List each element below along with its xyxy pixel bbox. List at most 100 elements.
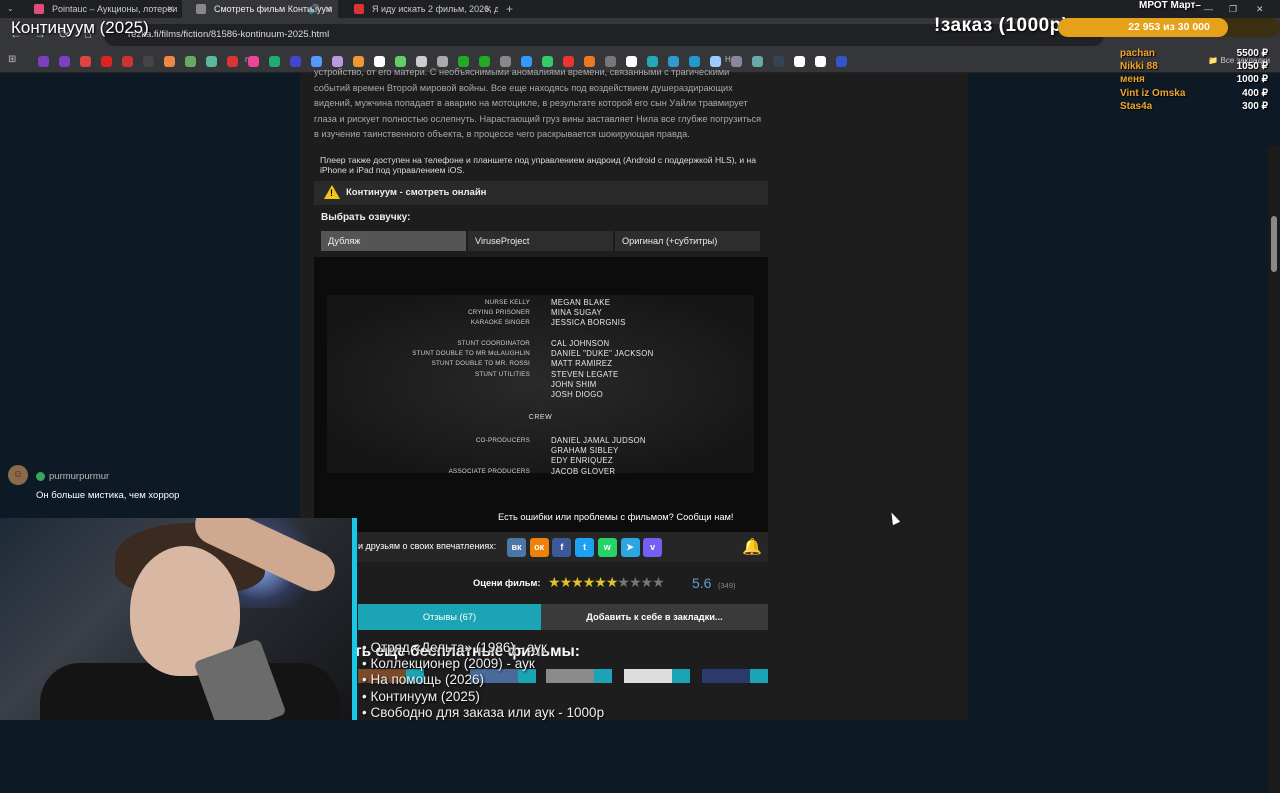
credit-role: STUNT DOUBLE TO MR. ROSSI: [431, 360, 530, 367]
credit-role: CRYING PRISONER: [467, 309, 530, 316]
rating-star-icon[interactable]: ★: [594, 574, 607, 590]
tab-title: Pointauc – Аукционы, лотереи: [52, 4, 178, 14]
rating-star-icon[interactable]: ★: [548, 574, 561, 590]
tab-title: Я иду искать 2 фильм, 2026, д: [372, 4, 498, 14]
credit-name: EDY ENRIQUEZ: [551, 456, 613, 465]
rating-star-icon[interactable]: ★: [629, 574, 642, 590]
film-description: устройство, от его матери. С необъяснимы…: [314, 67, 762, 139]
scrollbar-thumb[interactable]: [1271, 216, 1277, 272]
queue-item: • Свободно для заказа или аук - 1000р: [362, 704, 605, 720]
speaker-icon[interactable]: 🔊: [309, 0, 320, 18]
whatsapp-icon[interactable]: w: [597, 538, 617, 557]
close-window-icon[interactable]: ✕: [1256, 0, 1264, 18]
close-tab-icon[interactable]: ✕: [166, 0, 174, 18]
rating-star-icon[interactable]: ★: [606, 574, 619, 590]
film-thumbnail[interactable]: [624, 669, 690, 683]
credit-role: STUNT DOUBLE TO MR McLAUGHLIN: [412, 350, 530, 357]
credit-section: CREW: [528, 414, 553, 421]
tab-continuum[interactable]: Смотреть фильм Континуум 🔊 ✕: [182, 0, 338, 18]
chat-username: purmurpurmur: [49, 471, 110, 482]
bookmark-favicon-icon[interactable]: [815, 56, 826, 67]
video-player[interactable]: NURSE KELLY MEGAN BLAKE CRYING PRISONER MIN…: [314, 257, 768, 532]
voice-viruseproject-button[interactable]: ViruseProject: [468, 231, 613, 251]
viber-icon[interactable]: v: [643, 538, 663, 557]
bookmark-favicon-icon[interactable]: [227, 56, 238, 67]
order-label: !заказ (1000р): [934, 15, 1069, 36]
close-tab-icon[interactable]: ✕: [324, 0, 332, 18]
restore-icon[interactable]: ❐: [1229, 0, 1237, 18]
close-tab-icon[interactable]: ✕: [484, 0, 492, 18]
bookmark-favicon-icon[interactable]: [143, 56, 154, 67]
donor-name: Stas4a: [1120, 100, 1153, 112]
rating-star-icon[interactable]: ★: [617, 574, 630, 590]
credit-role: CO-PRODUCERS: [475, 437, 530, 444]
video-frame: NURSE KELLY MEGAN BLAKE CRYING PRISONER MIN…: [327, 295, 754, 476]
vk-icon[interactable]: вк: [507, 538, 526, 557]
stream-title: Континуум (2025): [11, 18, 149, 37]
play-badge-icon: [594, 669, 612, 683]
netflix-favicon-icon: [354, 4, 364, 14]
bookmark-favicon-icon[interactable]: [206, 56, 217, 67]
webcam-border: [352, 518, 357, 720]
credit-name: JACOB GLOVER: [551, 467, 616, 476]
donor-list: pachan 5500 ₽ Nikki 88 1050 ₽ меня 1000 ₽ Vint…: [1120, 48, 1268, 114]
new-tab-button[interactable]: +: [506, 0, 513, 18]
bookmark-favicon-icon[interactable]: [185, 56, 196, 67]
tab-pointauc[interactable]: Pointauc – Аукционы, лотереи ✕: [20, 0, 180, 18]
queue-item: • Отряд «Дельта» (1986) - аук: [362, 640, 547, 655]
bookmark-favicon-icon[interactable]: [59, 56, 70, 67]
voice-dubbing-button[interactable]: Дубляж: [321, 231, 466, 251]
queue-item: • На помощь (2026): [362, 672, 485, 688]
film-thumbnail[interactable]: [702, 669, 768, 683]
ok-icon[interactable]: ок: [529, 538, 549, 557]
bookmark-label[interactable]: H: [725, 55, 731, 64]
bookmark-favicon-icon[interactable]: [248, 56, 259, 67]
rating-value: 5.6: [692, 575, 712, 591]
report-problem-link[interactable]: Есть ошибки или проблемы с фильмом? Сооб…: [498, 512, 733, 522]
credit-name: DANIEL JAMAL JUDSON: [551, 436, 646, 445]
rating-star-icon[interactable]: ★: [560, 574, 573, 590]
donor-name: меня: [1120, 74, 1145, 86]
goal-title: МРОТ Март–: [1139, 0, 1201, 11]
bookmark-favicon-icon[interactable]: [269, 56, 280, 67]
share-text: и друзьям о своих впечатлениях:: [358, 541, 497, 551]
rating-star-icon[interactable]: ★: [641, 574, 654, 590]
twitter-icon[interactable]: t: [575, 538, 595, 557]
donation-goal-bar: 22 953 из 30 000: [1058, 18, 1280, 37]
add-bookmark-tab[interactable]: Добавить к себе в закладки...: [541, 604, 768, 630]
credit-name: GRAHAM SIBLEY: [551, 446, 619, 455]
bookmark-favicon-icon[interactable]: [290, 56, 301, 67]
facebook-icon[interactable]: f: [552, 538, 572, 557]
chat-avatar-icon: ☺: [8, 465, 28, 485]
warning-icon: [324, 185, 340, 199]
bell-icon[interactable]: 🔔: [740, 537, 764, 559]
tab-ya-idu-iskat[interactable]: Я иду искать 2 фильм, 2026, д ✕: [340, 0, 498, 18]
chat-badge-icon: [36, 472, 45, 481]
bookmark-favicon-icon[interactable]: [773, 56, 784, 67]
bookmark-favicon-icon[interactable]: [101, 56, 112, 67]
donor-amount: 400 ₽: [1242, 87, 1268, 99]
rate-label: Оцени фильм:: [473, 578, 541, 588]
rating-star-icon[interactable]: ★: [583, 574, 596, 590]
minimize-icon[interactable]: —: [1204, 0, 1213, 18]
rating-stars[interactable]: ★★★★★★★★★★: [548, 574, 665, 591]
voice-selector: Дубляж ViruseProject Оригинал (+субтитры…: [321, 231, 761, 251]
voice-original-button[interactable]: Оригинал (+субтитры): [615, 231, 760, 251]
film-thumbnail[interactable]: [546, 669, 612, 683]
chat-text: Он больше мистика, чем хоррор: [36, 490, 180, 501]
bookmark-favicon-icon[interactable]: [164, 56, 175, 67]
reviews-tab[interactable]: Отзывы (67): [358, 604, 541, 630]
telegram-icon[interactable]: ➤: [620, 538, 640, 557]
apps-grid-icon[interactable]: ⊞: [8, 54, 16, 65]
play-badge-icon: [672, 669, 690, 683]
bookmark-favicon-icon[interactable]: [38, 56, 49, 67]
bookmark-favicon-icon[interactable]: [122, 56, 133, 67]
tab-search-icon[interactable]: ⌄: [7, 0, 14, 18]
credit-name: MINA SUGAY: [551, 308, 602, 317]
queue-item: • Континуум (2025): [362, 688, 480, 704]
rating-star-icon[interactable]: ★: [652, 574, 665, 590]
rating-star-icon[interactable]: ★: [571, 574, 584, 590]
bookmark-favicon-icon[interactable]: [836, 56, 847, 67]
bookmark-favicon-icon[interactable]: [794, 56, 805, 67]
bookmark-favicon-icon[interactable]: [80, 56, 91, 67]
